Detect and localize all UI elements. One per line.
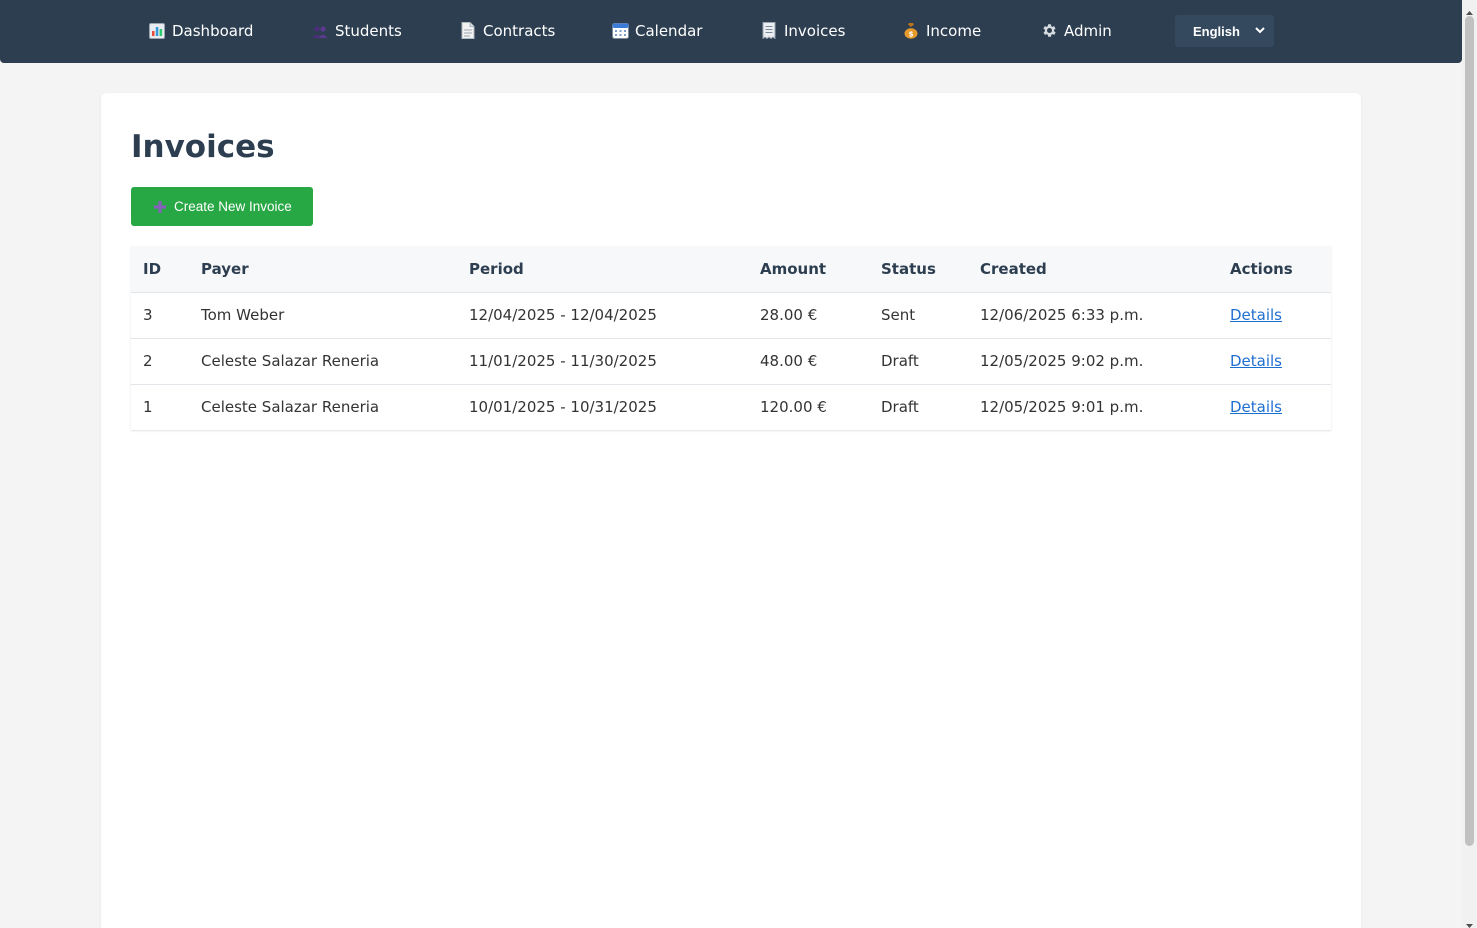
details-link[interactable]: Details (1230, 398, 1282, 416)
nav-label-students: Students (335, 21, 402, 40)
details-link[interactable]: Details (1230, 306, 1282, 324)
scrollbar-thumb[interactable] (1465, 16, 1474, 846)
calendar-icon (611, 22, 629, 40)
cell-created: 12/06/2025 6:33 p.m. (968, 292, 1218, 339)
cell-actions: Details (1218, 384, 1331, 430)
language-value: English (1193, 23, 1240, 39)
nav-item-contracts[interactable]: Contracts (459, 0, 555, 61)
cell-created: 12/05/2025 9:02 p.m. (968, 338, 1218, 385)
nav-item-income[interactable]: $ Income (902, 0, 981, 61)
cell-status: Sent (869, 292, 968, 339)
receipt-icon (760, 22, 778, 40)
top-navbar: Dashboard Students Contracts Calendar In… (0, 0, 1462, 63)
nav-label-admin: Admin (1064, 21, 1112, 40)
cell-actions: Details (1218, 338, 1331, 385)
create-invoice-label: Create New Invoice (174, 199, 292, 214)
scroll-up-arrow-icon[interactable] (1465, 3, 1474, 15)
cell-payer: Celeste Salazar Reneria (189, 338, 457, 385)
cell-period: 11/01/2025 - 11/30/2025 (457, 338, 748, 385)
column-header-period: Period (457, 246, 748, 293)
nav-item-admin[interactable]: Admin (1040, 0, 1112, 61)
column-header-id: ID (131, 246, 189, 293)
invoices-card: Invoices Create New Invoice ID Payer Per… (101, 93, 1361, 928)
page-title: Invoices (131, 129, 275, 165)
cell-amount: 28.00 € (748, 292, 869, 339)
plus-icon (153, 200, 167, 214)
nav-label-dashboard: Dashboard (172, 21, 254, 40)
nav-item-calendar[interactable]: Calendar (611, 0, 702, 61)
bar-chart-icon (148, 22, 166, 40)
vertical-scrollbar[interactable] (1462, 0, 1477, 928)
cell-period: 12/04/2025 - 12/04/2025 (457, 292, 748, 339)
nav-item-dashboard[interactable]: Dashboard (148, 0, 253, 61)
column-header-payer: Payer (189, 246, 457, 293)
table-row: 3 Tom Weber 12/04/2025 - 12/04/2025 28.0… (131, 292, 1331, 339)
table-row: 2 Celeste Salazar Reneria 11/01/2025 - 1… (131, 338, 1331, 385)
money-bag-icon: $ (902, 22, 920, 40)
cell-amount: 48.00 € (748, 338, 869, 385)
table-row: 1 Celeste Salazar Reneria 10/01/2025 - 1… (131, 384, 1331, 430)
nav-label-income: Income (926, 21, 982, 40)
cell-id: 1 (143, 398, 153, 417)
gear-icon (1040, 22, 1058, 40)
chevron-down-icon (1254, 24, 1266, 39)
nav-item-students[interactable]: Students (311, 0, 402, 61)
nav-label-contracts: Contracts (483, 21, 556, 40)
cell-id: 2 (131, 338, 189, 385)
scroll-down-arrow-icon[interactable] (1465, 915, 1474, 928)
document-icon (459, 22, 477, 40)
column-header-status: Status (869, 246, 968, 293)
cell-status: Draft (869, 338, 968, 385)
language-select[interactable]: English (1175, 15, 1274, 47)
invoices-table: ID Payer Period Amount Status Created Ac… (131, 246, 1331, 430)
cell-payer: Celeste Salazar Reneria (201, 398, 380, 417)
details-link[interactable]: Details (1230, 352, 1282, 370)
cell-amount: 120.00 € (760, 398, 827, 417)
create-invoice-button[interactable]: Create New Invoice (131, 187, 313, 226)
cell-payer: Tom Weber (189, 292, 457, 339)
people-icon (311, 22, 329, 40)
nav-label-invoices: Invoices (784, 21, 846, 40)
cell-created: 12/05/2025 9:01 p.m. (980, 398, 1144, 417)
column-header-amount: Amount (748, 246, 869, 293)
cell-status: Draft (881, 398, 919, 417)
cell-id: 3 (131, 292, 189, 339)
column-header-actions: Actions (1218, 246, 1331, 293)
cell-actions: Details (1218, 292, 1331, 339)
nav-item-invoices[interactable]: Invoices (760, 0, 845, 61)
table-header-row: ID Payer Period Amount Status Created Ac… (131, 246, 1331, 293)
svg-text:$: $ (909, 30, 914, 38)
cell-period: 10/01/2025 - 10/31/2025 (469, 398, 657, 417)
column-header-created: Created (968, 246, 1218, 293)
nav-label-calendar: Calendar (635, 21, 703, 40)
